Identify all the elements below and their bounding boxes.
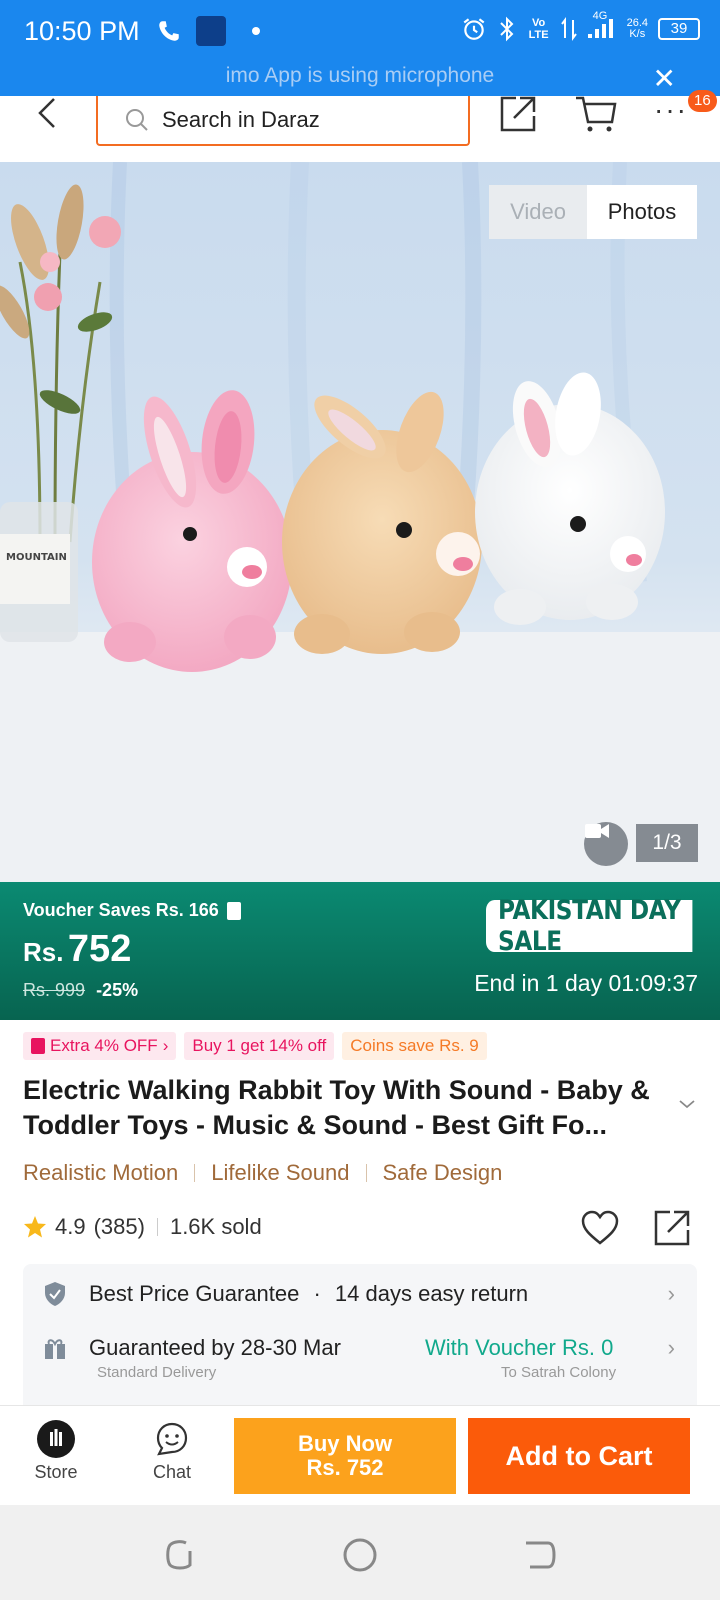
delivery-voucher: With Voucher Rs. 0 [425,1335,614,1360]
system-navigation-bar [0,1505,720,1600]
back-nav-icon[interactable] [520,1535,560,1575]
rating-row[interactable]: 4.9 (385) 1.6K sold [23,1214,262,1240]
status-left-icons [156,16,260,46]
sale-campaign-badge: PAKISTAN DAY SALE [486,895,693,957]
chevron-right-icon: › [667,1335,675,1360]
volte-indicator: Vo LTE [528,16,549,41]
search-icon [126,109,148,131]
delivery-location: To Satrah Colony [501,1364,617,1381]
signal-group: 4G [587,10,617,43]
gift-icon [45,1339,65,1359]
delivery-row[interactable]: Guaranteed by 28-30 Mar With Voucher Rs.… [23,1318,697,1381]
original-price: Rs. 999 [23,980,86,1000]
app-screen: 10:50 PM Vo LTE 4G 26.4 K/s 39 imo App i… [0,0,720,1600]
original-price-line: Rs. 999 -25% [23,980,138,1001]
promo-extra-off[interactable]: Extra 4% OFF › [23,1032,177,1060]
sold-count: 1.6K sold [169,1214,262,1239]
review-count: (385) [93,1214,145,1239]
product-title: Electric Walking Rabbit Toy With Sound -… [23,1075,650,1140]
data-arrows-icon [560,16,577,41]
voucher-icon [226,901,241,920]
price-banner: Voucher Saves Rs. 166 Rs. 752 Rs. 999 -2… [0,882,720,1020]
notification-badge: 16 [688,90,717,112]
voucher-savings[interactable]: Voucher Saves Rs. 166 [23,900,241,921]
heart-icon[interactable] [580,1210,620,1246]
more-icon[interactable]: ··· [654,94,688,126]
more-notifications-dot [252,27,260,35]
recent-apps-icon[interactable] [160,1535,200,1575]
feature-item: Lifelike Sound [211,1160,350,1185]
delivery-type: Standard Delivery [97,1364,217,1381]
video-camera-icon [585,824,609,838]
return-text: 14 days easy return [334,1281,529,1306]
store-button[interactable]: Store [16,1420,96,1483]
tab-video[interactable]: Video [489,185,587,239]
product-features: Realistic Motion Lifelike Sound Safe Des… [23,1160,502,1186]
search-placeholder: Search in Daraz [162,107,320,132]
search-bar[interactable]: Search in Daraz [96,96,470,146]
network-speed: 26.4 K/s [626,16,648,40]
phone-call-icon [159,21,179,41]
product-photo: MOUNTAIN [0,162,720,882]
alarm-icon [463,17,484,40]
delivery-date: Guaranteed by 28-30 Mar [89,1335,341,1360]
add-to-cart-button[interactable]: Add to Cart [468,1418,690,1494]
feature-item: Safe Design [382,1160,503,1185]
feature-item: Realistic Motion [23,1160,179,1185]
share-icon[interactable] [652,1208,692,1248]
chevron-right-icon: › [162,1036,169,1055]
video-play-button[interactable] [584,822,628,866]
cart-icon[interactable] [574,94,618,134]
chat-button[interactable]: Chat [132,1420,212,1483]
rating-value: 4.9 [55,1214,86,1239]
bluetooth-icon [499,16,513,41]
status-time: 10:50 PM [24,16,140,46]
battery-indicator: 39 [658,17,700,40]
guarantee-text: Best Price Guarantee [89,1281,300,1306]
chat-icon [156,1422,188,1456]
microphone-notice: imo App is using microphone [225,64,495,87]
chevron-right-icon: › [667,1281,675,1306]
price-guarantee-row[interactable]: Best Price Guarantee · 14 days easy retu… [23,1264,697,1324]
home-icon[interactable] [340,1535,380,1575]
status-right-icons: Vo LTE 4G 26.4 K/s 39 [461,10,700,43]
promo-coins[interactable]: Coins save Rs. 9 [342,1032,487,1060]
sale-countdown: End in 1 day 01:09:37 [474,970,698,996]
coupon-icon [31,1038,45,1054]
tab-photos[interactable]: Photos [587,185,697,239]
white-rabbit [475,372,665,625]
store-icon [37,1420,75,1458]
tan-rabbit [282,391,482,654]
svg-text:MOUNTAIN: MOUNTAIN [6,552,67,563]
bottom-action-bar: Store Chat Buy Now Rs. 752 Add to Cart [0,1405,720,1505]
network-type: 4G [592,10,608,22]
promo-buy-get[interactable]: Buy 1 get 14% off [184,1032,335,1060]
status-bar: 10:50 PM Vo LTE 4G 26.4 K/s 39 imo App i… [0,0,720,96]
image-counter: 1/3 [636,824,698,862]
chevron-down-icon[interactable] [678,1098,696,1110]
star-icon [24,1216,46,1238]
close-notice-icon[interactable]: ✕ [653,62,676,95]
service-info-card: Best Price Guarantee · 14 days easy retu… [23,1264,697,1414]
current-price: Rs. 752 [23,928,132,970]
promo-tags: Extra 4% OFF › Buy 1 get 14% off Coins s… [23,1032,487,1060]
discount-percent: -25% [96,980,139,1000]
share-icon[interactable] [498,94,538,134]
top-header: Search in Daraz ··· 16 [0,90,720,162]
product-image-gallery[interactable]: MOUNTAIN Video Photos 1/3 [0,162,720,882]
media-toggle: Video Photos [489,185,697,239]
shield-icon [45,1282,65,1306]
buy-now-button[interactable]: Buy Now Rs. 752 [234,1418,456,1494]
back-icon[interactable] [34,96,64,136]
app-notification-icon [196,16,226,46]
